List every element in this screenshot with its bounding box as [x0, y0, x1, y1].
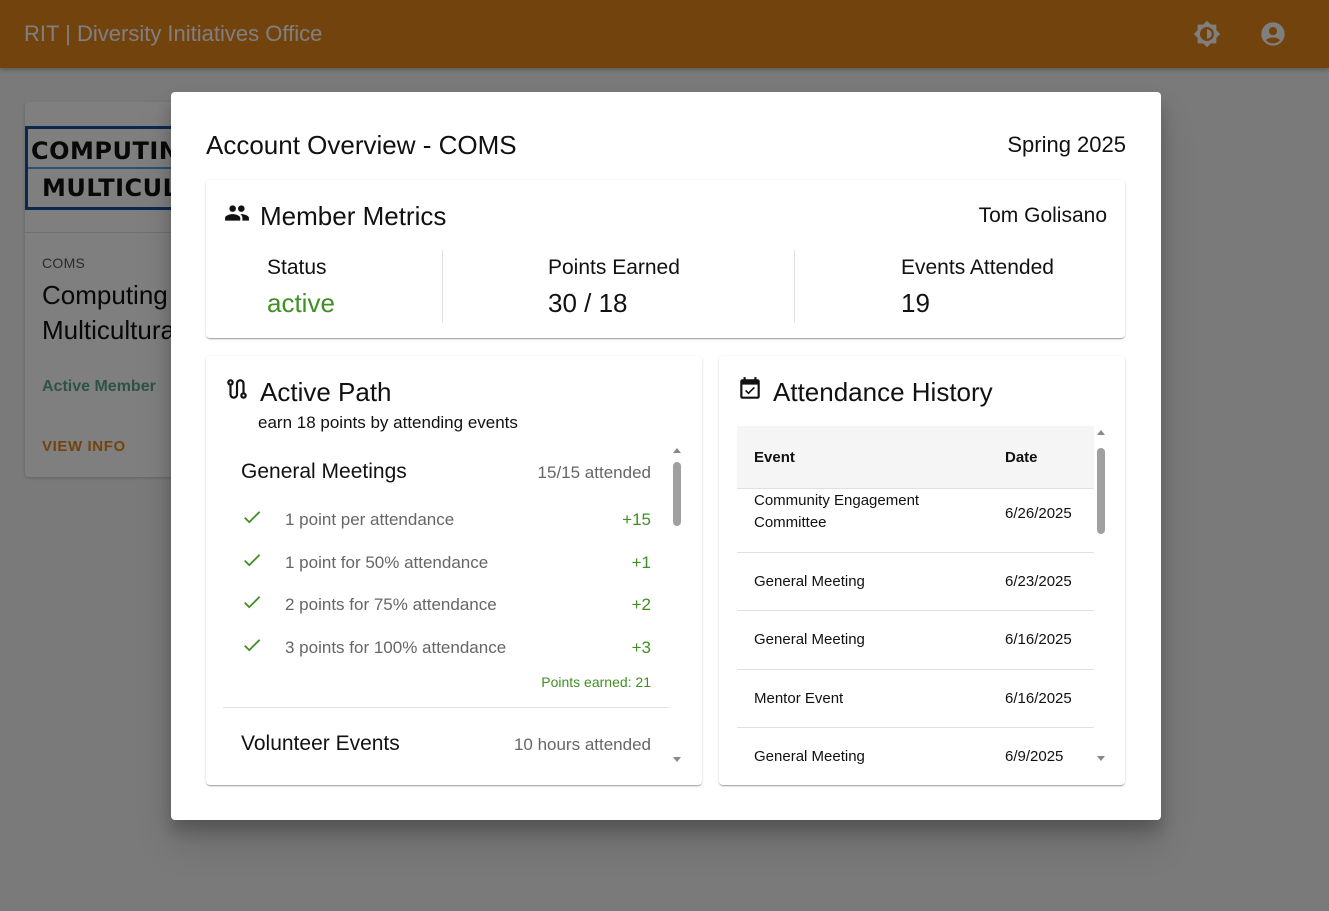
table-row[interactable]: Mentor Event 6/16/2025 [737, 670, 1094, 728]
check-icon [241, 506, 285, 534]
column-date[interactable]: Date [1005, 449, 1038, 466]
metric-divider [794, 250, 795, 322]
route-icon [224, 376, 250, 409]
path-scrollbar[interactable] [672, 448, 684, 762]
path-rule: 2 points for 75% attendance +2 [241, 591, 651, 619]
member-metrics-title: Member Metrics [260, 201, 447, 231]
scroll-thumb[interactable] [673, 462, 681, 526]
attendance-history-card: Attendance History Event Date Community … [719, 356, 1125, 785]
section-count: 10 hours attended [513, 735, 651, 754]
table-row[interactable]: Community Engagement Committee 6/26/2025 [737, 489, 1094, 553]
member-name: Tom Golisano [978, 204, 1107, 227]
section-count: 15/15 attended [537, 463, 651, 482]
section-name: General Meetings [241, 460, 407, 483]
scroll-down-arrow[interactable] [673, 757, 681, 762]
member-metrics-header: Member Metrics [224, 200, 446, 233]
row-date: 6/16/2025 [1005, 631, 1072, 648]
rule-text: 1 point per attendance [285, 510, 455, 529]
attendance-header: Attendance History [737, 376, 993, 409]
status-metric: Status active [267, 256, 335, 319]
member-metrics-card: Member Metrics Tom Golisano Status activ… [206, 180, 1125, 338]
points-earned-summary: Points earned: 21 [541, 674, 651, 690]
status-value: active [267, 288, 335, 318]
row-date: 6/9/2025 [1005, 748, 1064, 765]
status-label: Status [267, 256, 327, 279]
active-path-title: Active Path [260, 377, 392, 407]
check-icon [241, 591, 285, 619]
rule-points: +3 [631, 638, 651, 657]
points-label: Points Earned [548, 256, 680, 279]
row-date: 6/16/2025 [1005, 690, 1072, 707]
row-date: 6/26/2025 [1005, 505, 1072, 522]
section-header-general-meetings: General Meetings 15/15 attended [241, 460, 651, 484]
path-rule: 1 point per attendance +15 [241, 506, 651, 534]
events-label: Events Attended [901, 256, 1054, 279]
account-overview-dialog: Account Overview - COMS Spring 2025 Memb… [171, 92, 1161, 820]
active-path-header: Active Path [224, 376, 392, 409]
table-row[interactable]: General Meeting 6/9/2025 [737, 728, 1094, 769]
check-icon [241, 549, 285, 577]
term-label: Spring 2025 [1007, 132, 1126, 157]
row-event: Mentor Event [754, 690, 844, 707]
section-header-volunteer-events: Volunteer Events 10 hours attended [241, 732, 651, 756]
rule-text: 2 points for 75% attendance [285, 595, 497, 614]
scroll-up-arrow[interactable] [673, 448, 681, 453]
dialog-title: Account Overview - COMS [206, 130, 517, 160]
rule-points: +15 [622, 510, 651, 529]
table-header: Event Date [737, 426, 1094, 489]
path-rule: 3 points for 100% attendance +3 [241, 634, 651, 662]
events-metric: Events Attended 19 [901, 256, 1054, 319]
metric-divider [442, 250, 443, 322]
attendance-title: Attendance History [773, 377, 993, 407]
points-value: 30 / 18 [548, 288, 628, 318]
rule-points: +1 [631, 553, 651, 572]
attendance-table[interactable]: Event Date Community Engagement Committe… [737, 426, 1094, 769]
scroll-up-arrow[interactable] [1097, 430, 1105, 435]
row-event: General Meeting [754, 748, 865, 765]
table-row[interactable]: General Meeting 6/16/2025 [737, 611, 1094, 670]
calendar-check-icon [737, 376, 763, 409]
row-event: General Meeting [754, 631, 865, 648]
section-divider [223, 707, 669, 708]
points-metric: Points Earned 30 / 18 [548, 256, 680, 319]
path-requirements-list[interactable]: General Meetings 15/15 attended 1 point … [223, 448, 685, 763]
active-path-card: Active Path earn 18 points by attending … [206, 356, 702, 785]
section-name: Volunteer Events [241, 732, 400, 755]
row-date: 6/23/2025 [1005, 573, 1072, 590]
events-value: 19 [901, 288, 930, 318]
column-event[interactable]: Event [754, 449, 795, 466]
scroll-down-arrow[interactable] [1097, 756, 1105, 761]
table-row[interactable]: General Meeting 6/23/2025 [737, 553, 1094, 611]
rule-points: +2 [631, 595, 651, 614]
check-icon [241, 634, 285, 662]
rule-text: 1 point for 50% attendance [285, 553, 489, 572]
rule-text: 3 points for 100% attendance [285, 638, 507, 657]
row-event: Community Engagement Committee [754, 492, 920, 531]
scroll-thumb[interactable] [1097, 448, 1105, 534]
path-rule: 1 point for 50% attendance +1 [241, 549, 651, 577]
group-icon [224, 200, 250, 233]
active-path-subtitle: earn 18 points by attending events [258, 413, 518, 432]
row-event: General Meeting [754, 573, 865, 590]
attendance-scrollbar[interactable] [1096, 430, 1108, 761]
